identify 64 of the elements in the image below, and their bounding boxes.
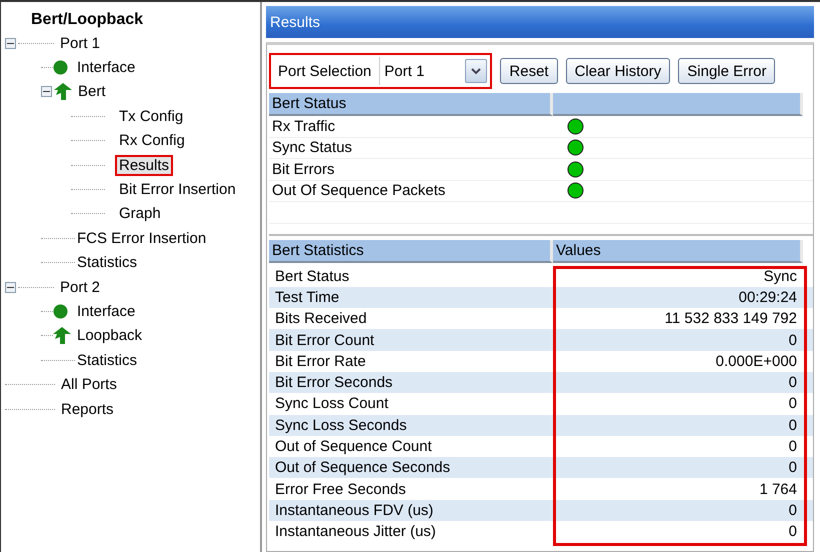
- table-cell-text: Bit Error Count: [274, 330, 376, 351]
- table-cell-text: Bert Status: [274, 266, 350, 287]
- tree-item[interactable]: Bit Error Insertion: [117, 181, 238, 198]
- panel-title: Results: [266, 6, 814, 38]
- tree-item[interactable]: Rx Config: [117, 132, 187, 150]
- table-cell-text: Bit Error Rate: [274, 352, 367, 372]
- table-cell-text: 1 764: [758, 480, 798, 500]
- table-cell-text: Sync Loss Seconds: [274, 416, 408, 436]
- tree-item[interactable]: Statistics: [75, 254, 140, 272]
- column-header: Values: [553, 240, 803, 262]
- table-cell-text: Bits Received: [274, 309, 368, 330]
- table-cell-text: 0: [788, 394, 798, 414]
- table-cell-text: Bit Errors: [271, 160, 336, 180]
- port-selection-label: Port Selection: [277, 62, 372, 80]
- table-cell-text: 0: [788, 330, 798, 351]
- table-cell-text: Sync Loss Count: [274, 394, 390, 414]
- tree-item[interactable]: Reports: [59, 400, 116, 418]
- tree-item[interactable]: Bert: [76, 83, 108, 100]
- table-cell-text: 0: [788, 500, 798, 521]
- table-cell-text: Out of Sequence Count: [274, 437, 433, 458]
- tree-item[interactable]: Loopback: [75, 327, 144, 344]
- table-cell-text: Error Free Seconds: [274, 480, 407, 500]
- port-dropdown[interactable]: Port 1: [379, 57, 488, 85]
- table-cell-text: 0: [788, 373, 798, 394]
- arrow-icon: [54, 83, 72, 100]
- tree-item[interactable]: Graph: [117, 205, 163, 222]
- tree-item[interactable]: All Ports: [59, 376, 119, 394]
- tree-item[interactable]: FCS Error Insertion: [75, 230, 208, 247]
- column-header: Bert Statistics: [269, 240, 553, 262]
- table-cell-text: Out of Sequence Seconds: [274, 458, 452, 478]
- table-cell-text: Sync: [762, 266, 798, 287]
- column-header: Bert Status: [269, 93, 553, 116]
- table-cell-text: 00:29:24: [738, 288, 798, 308]
- table-cell-text: 0: [788, 458, 798, 478]
- table-cell-text: Instantaneous Jitter (us): [274, 522, 437, 542]
- toolbar-button[interactable]: Reset: [500, 58, 558, 84]
- table-cell-text: 0.000E+000: [714, 352, 798, 372]
- arrow-icon: [53, 327, 71, 344]
- tree-item[interactable]: Interface: [75, 302, 138, 320]
- table-cell-text: 0: [788, 522, 798, 542]
- tree-item[interactable]: Interface: [75, 59, 138, 76]
- tree-item[interactable]: Results: [117, 156, 172, 174]
- toolbar-button[interactable]: Clear History: [566, 58, 670, 84]
- status-dot-icon: [53, 304, 68, 319]
- table-cell-text: 0: [788, 437, 798, 458]
- tree-item[interactable]: Port 2: [58, 278, 102, 296]
- table-cell-text: Rx Traffic: [271, 116, 336, 136]
- tree-item[interactable]: Statistics: [75, 352, 140, 369]
- tree-item[interactable]: Tx Config: [117, 108, 186, 125]
- status-dot-icon: [53, 60, 68, 76]
- collapse-toggle[interactable]: [5, 38, 16, 49]
- tree-title: Bert/Loopback: [30, 10, 144, 30]
- tree-item[interactable]: Port 1: [58, 34, 102, 52]
- toolbar-button[interactable]: Single Error: [678, 58, 776, 84]
- collapse-toggle[interactable]: [5, 282, 16, 293]
- table-cell-text: Out Of Sequence Packets: [271, 181, 446, 201]
- table-cell-text: Sync Status: [271, 138, 354, 158]
- table-cell-text: Test Time: [274, 288, 340, 308]
- table-cell-text: Bit Error Seconds: [274, 373, 394, 394]
- table-cell-text: Instantaneous FDV (us): [274, 500, 434, 521]
- chevron-down-icon: [471, 68, 482, 74]
- collapse-toggle[interactable]: [41, 86, 52, 98]
- table-cell-text: 11 532 833 149 792: [664, 309, 798, 330]
- table-cell-text: 0: [788, 416, 798, 436]
